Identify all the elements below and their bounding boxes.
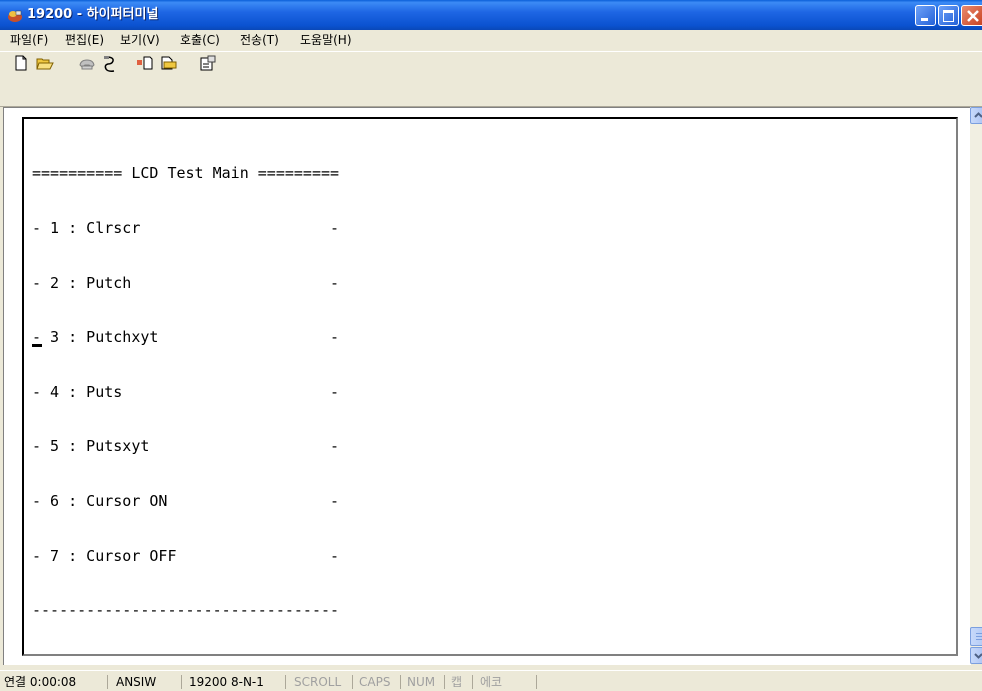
menu-edit[interactable]: 편집(E) <box>65 33 104 47</box>
open-folder-icon <box>36 58 54 70</box>
status-divider <box>472 675 473 689</box>
status-scroll: SCROLL <box>294 675 342 689</box>
terminal-frame: ========== LCD Test Main ========= - 1 :… <box>3 107 971 665</box>
status-caps: CAPS <box>359 675 391 689</box>
call-button[interactable] <box>78 55 98 75</box>
terminal-line: - 7 : Cursor OFF - <box>32 546 340 565</box>
scroll-up-button[interactable] <box>970 107 982 124</box>
open-button[interactable] <box>36 55 56 75</box>
receive-file-icon <box>161 56 177 70</box>
status-echo: 에코 <box>480 675 503 689</box>
menu-bar: 파일(F) 편집(E) 보기(V) 호출(C) 전송(T) 도움말(H) <box>0 30 982 50</box>
terminal-line: - 2 : Putch - <box>32 273 340 292</box>
terminal-text: ========== LCD Test Main ========= - 1 :… <box>32 128 339 656</box>
phone-icon <box>79 59 95 70</box>
minimize-button[interactable] <box>915 5 936 26</box>
receive-button[interactable] <box>160 55 180 75</box>
terminal-screen[interactable]: ========== LCD Test Main ========= - 1 :… <box>22 117 958 656</box>
status-divider <box>444 675 445 689</box>
menu-transfer[interactable]: 전송(T) <box>240 33 279 47</box>
properties-icon <box>200 55 216 71</box>
terminal-line: - 6 : Cursor ON - <box>32 492 340 511</box>
scroll-grip <box>976 639 982 640</box>
window-title: 19200 - 하이퍼터미널 <box>27 7 159 22</box>
disconnect-icon <box>104 56 115 72</box>
status-emulation: ANSIW <box>116 675 157 689</box>
scroll-grip <box>976 636 982 637</box>
terminal-line: - 5 : Putsxyt - <box>32 437 340 456</box>
vertical-scrollbar[interactable] <box>970 107 982 664</box>
scroll-down-button[interactable] <box>970 647 982 664</box>
status-divider <box>352 675 353 689</box>
status-connection-time: 연결 0:00:08 <box>4 675 77 689</box>
chevron-down-icon <box>974 653 982 659</box>
toolbar <box>0 51 982 107</box>
terminal-line: - 3 : Putchxyt - <box>32 328 340 347</box>
toolbar-divider-top <box>0 51 982 52</box>
menu-help[interactable]: 도움말(H) <box>300 33 352 47</box>
menu-view[interactable]: 보기(V) <box>120 33 160 47</box>
terminal-line: ---------------------------------- <box>32 601 340 620</box>
menu-call[interactable]: 호출(C) <box>180 33 220 47</box>
status-bar: 연결 0:00:08 ANSIW 19200 8-N-1 SCROLL CAPS… <box>0 670 982 691</box>
status-divider <box>536 675 537 689</box>
chevron-up-icon <box>974 112 982 118</box>
status-divider <box>107 675 108 689</box>
terminal-line: - 4 : Puts - <box>32 382 340 401</box>
status-num: NUM <box>407 675 436 689</box>
new-document-icon <box>15 55 27 71</box>
menu-file[interactable]: 파일(F) <box>10 33 48 47</box>
status-divider <box>400 675 401 689</box>
close-icon <box>967 10 979 22</box>
terminal-line: - 1 : Clrscr - <box>32 219 340 238</box>
close-button[interactable] <box>961 5 982 26</box>
status-divider <box>285 675 286 689</box>
status-port-settings: 19200 8-N-1 <box>189 675 264 689</box>
terminal-line: ========== LCD Test Main ========= <box>32 164 340 183</box>
scroll-grip <box>976 633 982 634</box>
send-file-icon <box>137 56 153 70</box>
properties-button[interactable] <box>199 55 219 75</box>
status-divider <box>181 675 182 689</box>
hyperterminal-app-icon[interactable] <box>7 7 23 23</box>
new-connection-button[interactable] <box>13 55 33 75</box>
status-capture: 캡 <box>451 675 463 689</box>
send-button[interactable] <box>136 55 156 75</box>
scroll-thumb[interactable] <box>970 627 982 646</box>
title-bar[interactable]: 19200 - 하이퍼터미널 <box>0 0 982 30</box>
maximize-button[interactable] <box>938 5 959 26</box>
disconnect-button[interactable] <box>102 55 122 75</box>
text-cursor <box>32 344 42 347</box>
